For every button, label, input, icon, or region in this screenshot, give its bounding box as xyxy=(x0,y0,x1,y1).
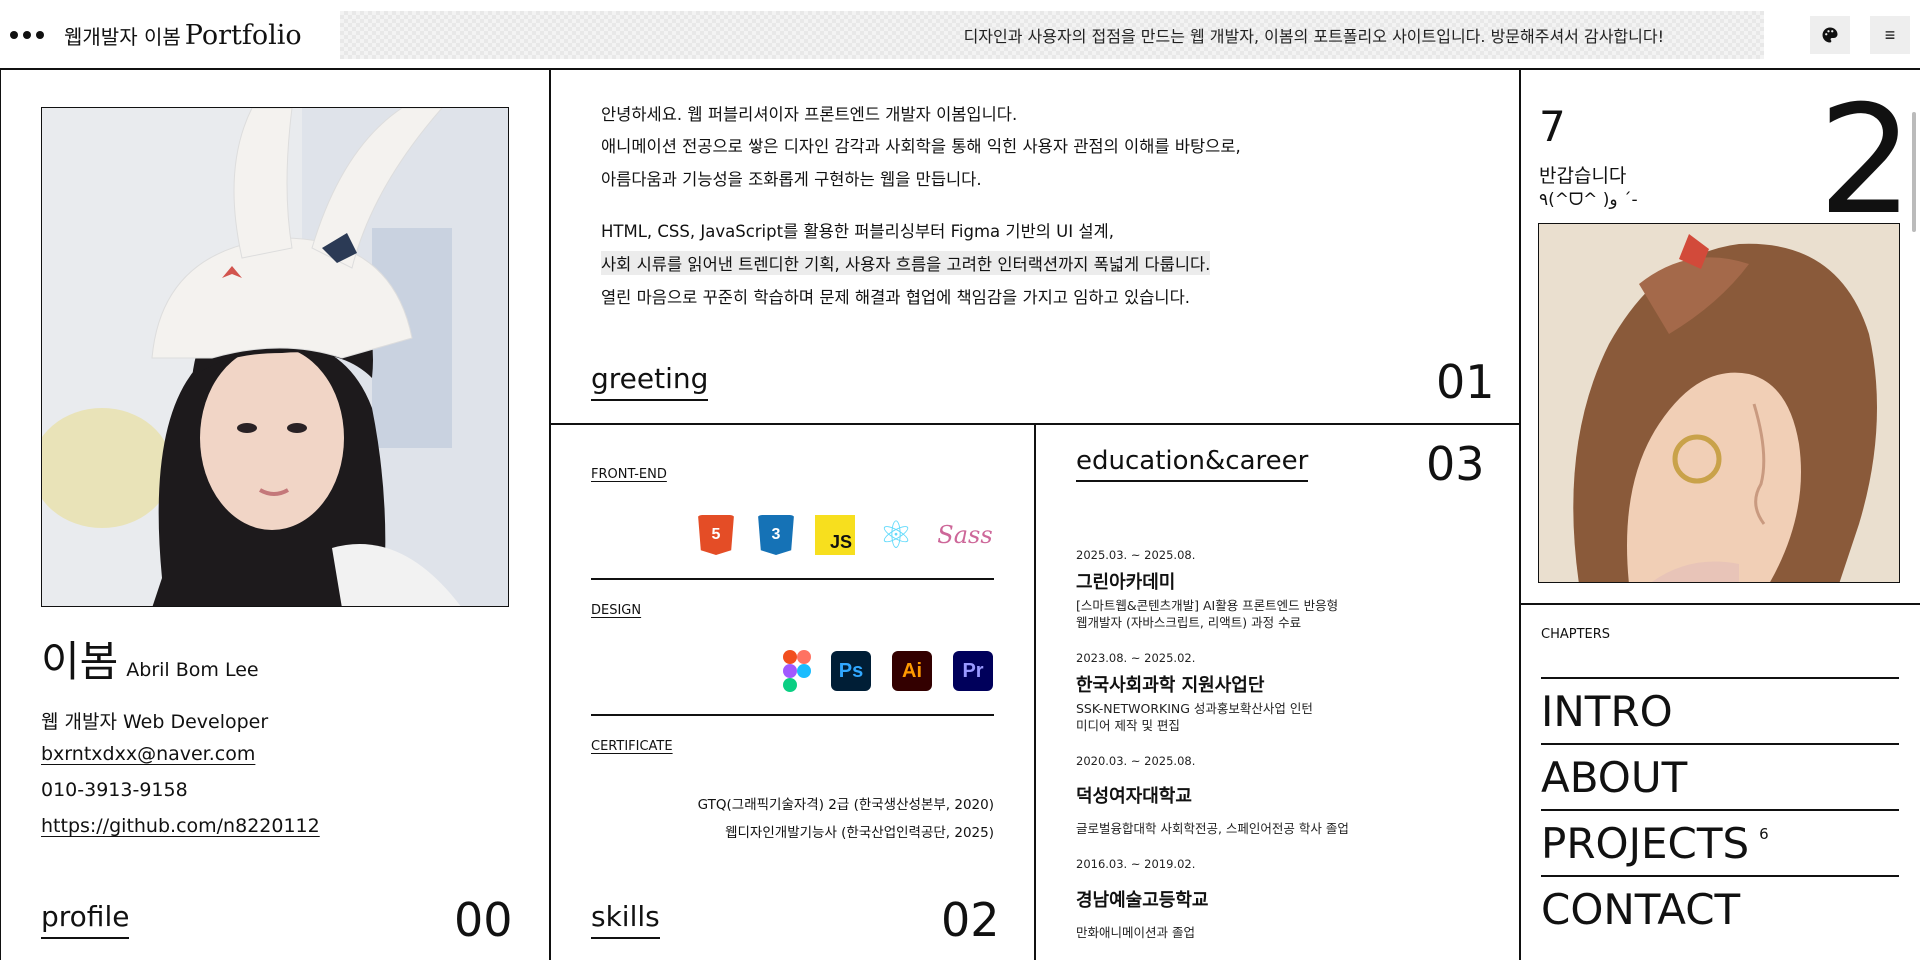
section-label-greeting: greeting xyxy=(591,363,709,401)
skills-frontend-heading: FRONT-END xyxy=(591,467,667,482)
css3-icon-label: 3 xyxy=(771,526,781,543)
divider xyxy=(1541,809,1899,811)
greeting-line: 애니메이션 전공으로 쌓은 디자인 감각과 사회학을 통해 익힌 사용자 관점의… xyxy=(601,137,1241,156)
section-label-education: education&career xyxy=(1076,447,1309,482)
projects-count-badge: 6 xyxy=(1759,825,1769,843)
skills-certificate-heading: CERTIFICATE xyxy=(591,739,673,754)
premiere-icon-label: Pr xyxy=(962,659,984,682)
big-counter: 2 xyxy=(1818,74,1913,248)
section-label-skills: skills xyxy=(591,901,660,939)
chapter-label: INTRO xyxy=(1541,687,1673,736)
illustrator-icon: Ai xyxy=(892,651,932,691)
chapter-label: CONTACT xyxy=(1541,885,1741,934)
divider xyxy=(0,70,1,960)
profile-photo xyxy=(41,107,509,607)
greeting-line: 아름다움과 기능성을 조화롭게 구현하는 웹을 만듭니다. xyxy=(601,170,982,189)
html5-icon: 5 xyxy=(698,515,734,555)
react-icon: ⚛ xyxy=(876,514,916,557)
sass-icon: Sass xyxy=(937,515,993,555)
kaomoji-text: ٩(^ᗜ^ )و ´- xyxy=(1539,190,1638,210)
section-number-greeting: 01 xyxy=(1436,355,1495,409)
profile-name: 이봄 Abril Bom Lee xyxy=(41,628,259,689)
photoshop-icon-label: Ps xyxy=(838,659,864,682)
name-en: Abril Bom Lee xyxy=(126,659,259,681)
chapter-label: PROJECTS xyxy=(1541,819,1750,868)
email-link[interactable]: bxrntxdxx@naver.com xyxy=(41,743,255,765)
greeting-line: HTML, CSS, JavaScript를 활용한 퍼블리싱부터 Figma … xyxy=(601,222,1114,241)
section-number-education: 03 xyxy=(1426,437,1485,491)
edu-desc: 글로벌융합대학 사회학전공, 스페인어전공 학사 졸업 xyxy=(1076,821,1349,836)
greeting-line: 열린 마음으로 꾸준히 학습하며 문제 해결과 협업에 책임감을 가지고 임하고… xyxy=(601,288,1190,307)
hamburger-menu-icon[interactable]: ≡ xyxy=(1870,16,1910,54)
chapter-projects[interactable]: PROJECTS 6 xyxy=(1541,823,1769,865)
section-number-skills: 02 xyxy=(941,893,1000,947)
divider xyxy=(549,423,1521,425)
edu-school: 덕성여자대학교 xyxy=(1076,786,1192,807)
premiere-icon: Pr xyxy=(953,651,993,691)
chapters-heading: CHAPTERS xyxy=(1541,627,1611,642)
marquee-text: 디자인과 사용자의 접점을 만드는 웹 개발자, 이봄의 포트폴리오 사이트입니… xyxy=(963,27,1664,46)
divider xyxy=(591,578,994,580)
divider xyxy=(1519,603,1920,605)
edu-desc: 웹개발자 (자바스크립트, 리액트) 과정 수료 xyxy=(1076,615,1302,630)
edu-school: 한국사회과학 지원사업단 xyxy=(1076,675,1265,696)
divider xyxy=(1541,875,1899,877)
name-ko: 이봄 xyxy=(41,637,119,686)
divider xyxy=(591,714,994,716)
certificate-item: GTQ(그래픽기술자격) 2급 (한국생산성본부, 2020) xyxy=(697,797,994,813)
react-icon-label: ⚛ xyxy=(878,514,914,557)
illustrator-icon-label: Ai xyxy=(902,659,922,682)
section-number-profile: 00 xyxy=(454,893,513,947)
portrait-painting xyxy=(1538,223,1900,583)
edu-desc: [스마트웹&콘텐츠개발] AI활용 프론트엔드 반응형 xyxy=(1076,598,1339,613)
css3-icon: 3 xyxy=(758,515,794,555)
site-title-en: Portfolio xyxy=(184,20,302,51)
marquee-banner: 디자인과 사용자의 접점을 만드는 웹 개발자, 이봄의 포트폴리오 사이트입니… xyxy=(340,11,1764,59)
visit-counter: 7 xyxy=(1539,102,1566,151)
section-label-profile: profile xyxy=(41,901,130,939)
chapter-label: ABOUT xyxy=(1541,753,1688,802)
github-link[interactable]: https://github.com/n8220112 xyxy=(41,815,320,837)
edu-desc: 미디어 제작 및 편집 xyxy=(1076,718,1180,733)
phone-number: 010-3913-9158 xyxy=(41,779,188,801)
edu-date: 2020.03. ~ 2025.08. xyxy=(1076,754,1196,768)
palette-icon[interactable] xyxy=(1810,16,1850,54)
html5-icon-label: 5 xyxy=(711,526,721,543)
greeting-line: 안녕하세요. 웹 퍼블리셔이자 프론트엔드 개발자 이봄입니다. xyxy=(601,105,1018,124)
divider xyxy=(1541,677,1899,679)
chapter-contact[interactable]: CONTACT xyxy=(1541,889,1740,931)
edu-desc: 만화애니메이션과 졸업 xyxy=(1076,925,1195,940)
divider xyxy=(549,70,551,960)
divider xyxy=(1519,70,1521,960)
edu-school: 경남예술고등학교 xyxy=(1076,890,1209,911)
site-title[interactable]: 웹개발자 이봄 Portfolio xyxy=(64,20,302,51)
figma-icon xyxy=(782,650,812,692)
edu-date: 2025.03. ~ 2025.08. xyxy=(1076,548,1196,562)
javascript-icon-label: JS xyxy=(829,532,852,552)
hello-text: 반갑습니다 xyxy=(1539,165,1627,187)
edu-desc: SSK-NETWORKING 성과홍보확산사업 인턴 xyxy=(1076,701,1313,716)
edu-date: 2016.03. ~ 2019.02. xyxy=(1076,857,1196,871)
sass-icon-label: Sass xyxy=(937,521,993,549)
profile-role: 웹 개발자 Web Developer xyxy=(41,711,269,733)
edu-date: 2023.08. ~ 2025.02. xyxy=(1076,651,1196,665)
certificate-item: 웹디자인개발기능사 (한국산업인력공단, 2025) xyxy=(725,825,994,841)
site-header: 웹개발자 이봄 Portfolio 디자인과 사용자의 접점을 만드는 웹 개발자… xyxy=(0,0,1920,70)
divider xyxy=(1541,743,1899,745)
scrollbar-thumb[interactable] xyxy=(1912,112,1916,232)
divider xyxy=(1034,424,1036,960)
photoshop-icon: Ps xyxy=(831,651,871,691)
greeting-line: 사회 시류를 읽어낸 트렌디한 기획, 사용자 흐름을 고려한 인터랙션까지 폭… xyxy=(601,251,1211,275)
skills-design-heading: DESIGN xyxy=(591,603,642,618)
javascript-icon: JS xyxy=(815,515,855,555)
edu-school: 그린아카데미 xyxy=(1076,572,1176,593)
site-title-ko: 웹개발자 이봄 xyxy=(64,25,181,49)
more-dots-icon[interactable] xyxy=(10,28,46,42)
chapter-about[interactable]: ABOUT xyxy=(1541,757,1687,799)
chapter-intro[interactable]: INTRO xyxy=(1541,691,1673,733)
